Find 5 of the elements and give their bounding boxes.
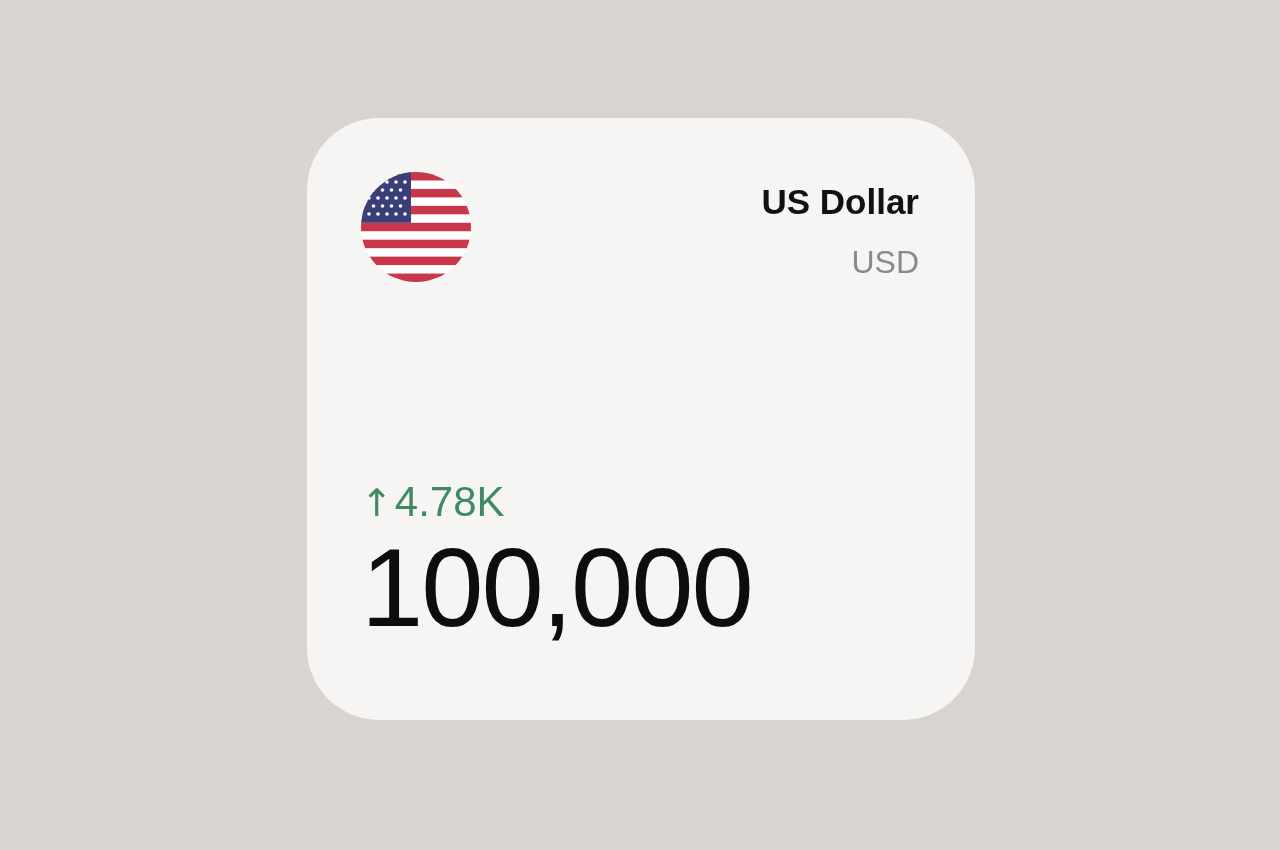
currency-code: USD <box>851 244 919 281</box>
change-value: 4.78K <box>394 478 505 526</box>
up-arrow-icon: ↑ <box>361 481 393 525</box>
amount-value: 100,000 <box>361 532 753 644</box>
currency-name: US Dollar <box>761 182 919 222</box>
